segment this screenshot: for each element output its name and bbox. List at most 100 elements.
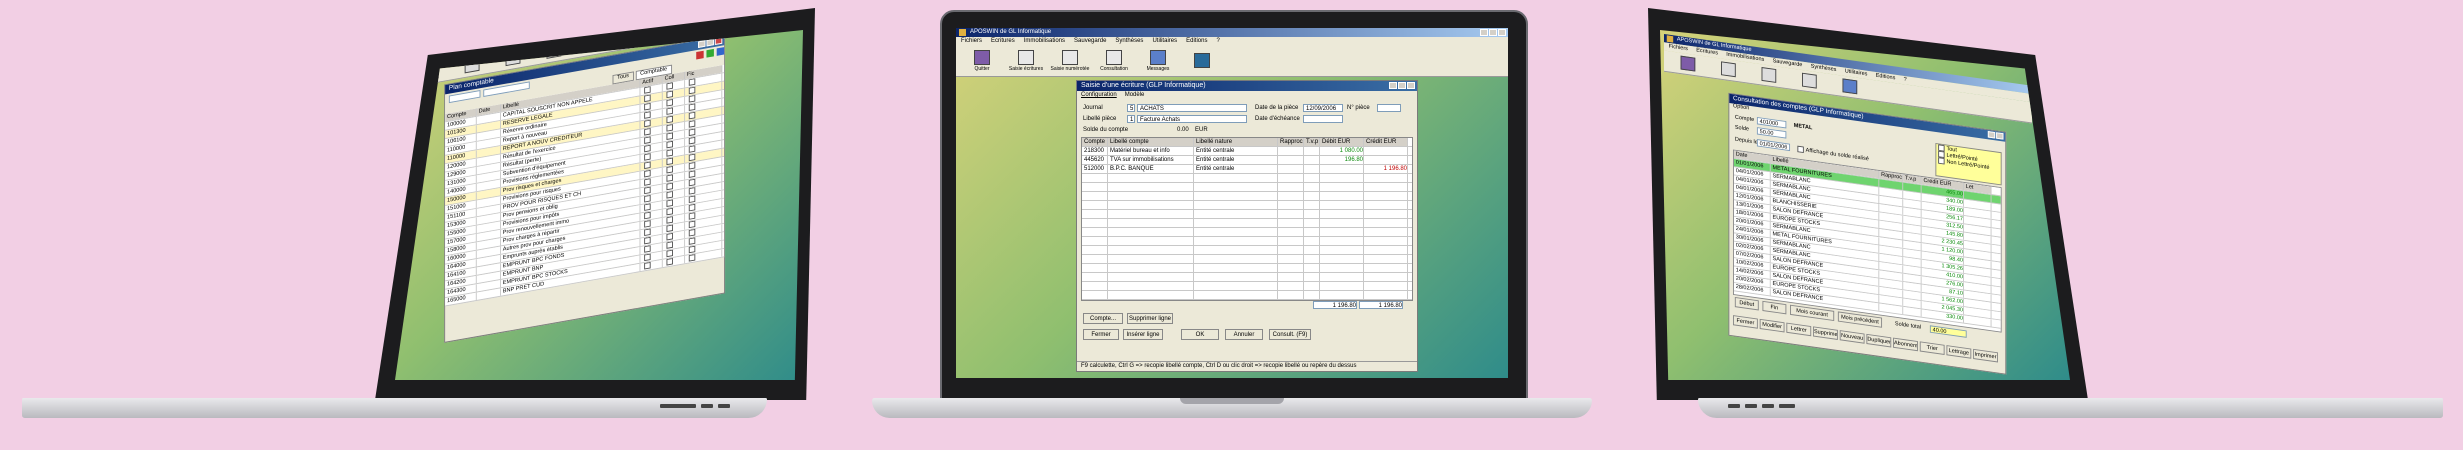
empty-row[interactable]	[1082, 282, 1412, 291]
menu-sauvegarde[interactable]: Sauvegarde	[1074, 37, 1106, 46]
table-cell[interactable]	[1304, 156, 1320, 164]
table-cell[interactable]	[1108, 282, 1194, 290]
table-cell[interactable]	[1364, 255, 1408, 263]
checkbox[interactable]	[688, 120, 696, 128]
table-cell[interactable]	[1108, 228, 1194, 236]
checkbox[interactable]	[666, 107, 673, 115]
col-rapproc[interactable]: Rapproc	[1278, 138, 1304, 146]
menu-modele[interactable]: Modèle	[1125, 91, 1145, 100]
table-cell[interactable]: 1 196.80	[1364, 165, 1408, 173]
table-row[interactable]: 218300 Matériel bureau et info Entité cent…	[1082, 147, 1412, 156]
right-tool-4[interactable]	[1791, 71, 1828, 91]
table-cell[interactable]	[1364, 156, 1408, 164]
checkbox[interactable]	[666, 98, 673, 107]
add-icon[interactable]	[706, 48, 714, 58]
table-cell[interactable]	[1320, 201, 1364, 209]
consult-close-button[interactable]	[1996, 132, 2004, 140]
table-cell[interactable]	[1082, 264, 1108, 272]
checkbox[interactable]	[666, 216, 673, 224]
messages-button[interactable]: Messages	[1138, 50, 1178, 72]
table-cell[interactable]	[1194, 282, 1278, 290]
table-cell[interactable]	[1304, 264, 1320, 272]
table-cell[interactable]	[1108, 273, 1194, 281]
date-piece-field[interactable]: 12/09/2006	[1303, 104, 1343, 112]
checkbox[interactable]	[688, 145, 696, 153]
checkbox[interactable]	[688, 136, 696, 145]
table-cell[interactable]: Entité centrale	[1194, 165, 1278, 173]
checkbox[interactable]	[644, 220, 651, 228]
delete-icon[interactable]	[696, 50, 704, 59]
table-cell[interactable]	[1320, 228, 1364, 236]
affichage-checkbox[interactable]	[1797, 145, 1804, 154]
table-cell[interactable]	[1304, 255, 1320, 263]
table-cell[interactable]: 445620	[1082, 156, 1108, 164]
table-cell[interactable]	[1278, 219, 1304, 227]
table-cell[interactable]	[1364, 264, 1408, 272]
checkbox[interactable]	[644, 136, 651, 144]
action-button[interactable]: Lettrage	[1946, 345, 1972, 359]
journal-code-field[interactable]: 5	[1127, 104, 1135, 112]
table-cell[interactable]: Matériel bureau et info	[1108, 147, 1194, 155]
checkbox[interactable]	[688, 103, 696, 111]
empty-row[interactable]	[1082, 192, 1412, 201]
empty-row[interactable]	[1082, 201, 1412, 210]
table-row[interactable]: 445620 TVA sur immobilisations Entité cent…	[1082, 156, 1412, 165]
table-cell[interactable]	[1108, 183, 1194, 191]
table-cell[interactable]	[1194, 183, 1278, 191]
empty-row[interactable]	[1082, 246, 1412, 255]
table-cell[interactable]	[1278, 228, 1304, 236]
journal-select[interactable]: ACHATS	[1137, 104, 1247, 112]
table-cell[interactable]	[1320, 219, 1364, 227]
empty-row[interactable]	[1082, 255, 1412, 264]
checkbox[interactable]	[688, 253, 696, 262]
table-cell[interactable]	[1364, 291, 1408, 299]
checkbox[interactable]	[666, 149, 673, 157]
checkbox[interactable]	[688, 78, 696, 86]
table-cell[interactable]: 512000	[1082, 165, 1108, 173]
libelle-piece-select[interactable]: Facture Achats	[1137, 115, 1247, 123]
table-cell[interactable]: Entité centrale	[1194, 147, 1278, 155]
right-tool-3[interactable]	[1750, 65, 1787, 85]
table-cell[interactable]	[1320, 291, 1364, 299]
col-compte[interactable]: Compte	[1082, 138, 1108, 146]
num-piece-field[interactable]	[1377, 104, 1401, 112]
menu-ecritures[interactable]: Ecritures	[991, 37, 1015, 46]
saisie-close-button[interactable]	[1407, 82, 1415, 89]
table-cell[interactable]	[1304, 246, 1320, 254]
table-cell[interactable]	[1364, 183, 1408, 191]
table-cell[interactable]	[1082, 219, 1108, 227]
checkbox[interactable]	[666, 124, 673, 132]
table-cell[interactable]	[1278, 255, 1304, 263]
table-cell[interactable]	[1364, 219, 1408, 227]
col-libelle-nature[interactable]: Libellé nature	[1194, 138, 1278, 146]
right-tool-5[interactable]	[1831, 77, 1868, 97]
table-cell[interactable]: 1 080.00	[1320, 147, 1364, 155]
checkbox[interactable]	[688, 170, 696, 178]
table-cell[interactable]	[1320, 264, 1364, 272]
minimize-button[interactable]	[698, 40, 706, 48]
checkbox[interactable]	[644, 94, 651, 103]
table-cell[interactable]	[1082, 210, 1108, 218]
table-cell[interactable]	[1278, 174, 1304, 182]
menu-utilitaires[interactable]: Utilitaires	[1152, 37, 1177, 46]
table-cell[interactable]	[1082, 228, 1108, 236]
empty-row[interactable]	[1082, 228, 1412, 237]
checkbox[interactable]	[666, 140, 673, 149]
table-cell[interactable]	[1082, 183, 1108, 191]
menu-editions[interactable]: Editions	[1186, 37, 1207, 46]
table-cell[interactable]	[1304, 165, 1320, 173]
table-cell[interactable]	[1108, 291, 1194, 299]
table-cell[interactable]	[1194, 174, 1278, 182]
checkbox[interactable]	[644, 245, 651, 253]
table-cell[interactable]	[1364, 192, 1408, 200]
checkbox[interactable]	[644, 86, 651, 94]
table-cell[interactable]	[1278, 165, 1304, 173]
empty-row[interactable]	[1082, 219, 1412, 228]
table-cell[interactable]	[1194, 228, 1278, 236]
table-cell[interactable]	[1278, 264, 1304, 272]
checkbox[interactable]	[644, 119, 651, 128]
table-cell[interactable]: Entité centrale	[1194, 156, 1278, 164]
search-icon[interactable]	[716, 46, 725, 56]
action-button[interactable]: Modifier	[1759, 318, 1785, 333]
app-close-button[interactable]	[1498, 29, 1506, 36]
